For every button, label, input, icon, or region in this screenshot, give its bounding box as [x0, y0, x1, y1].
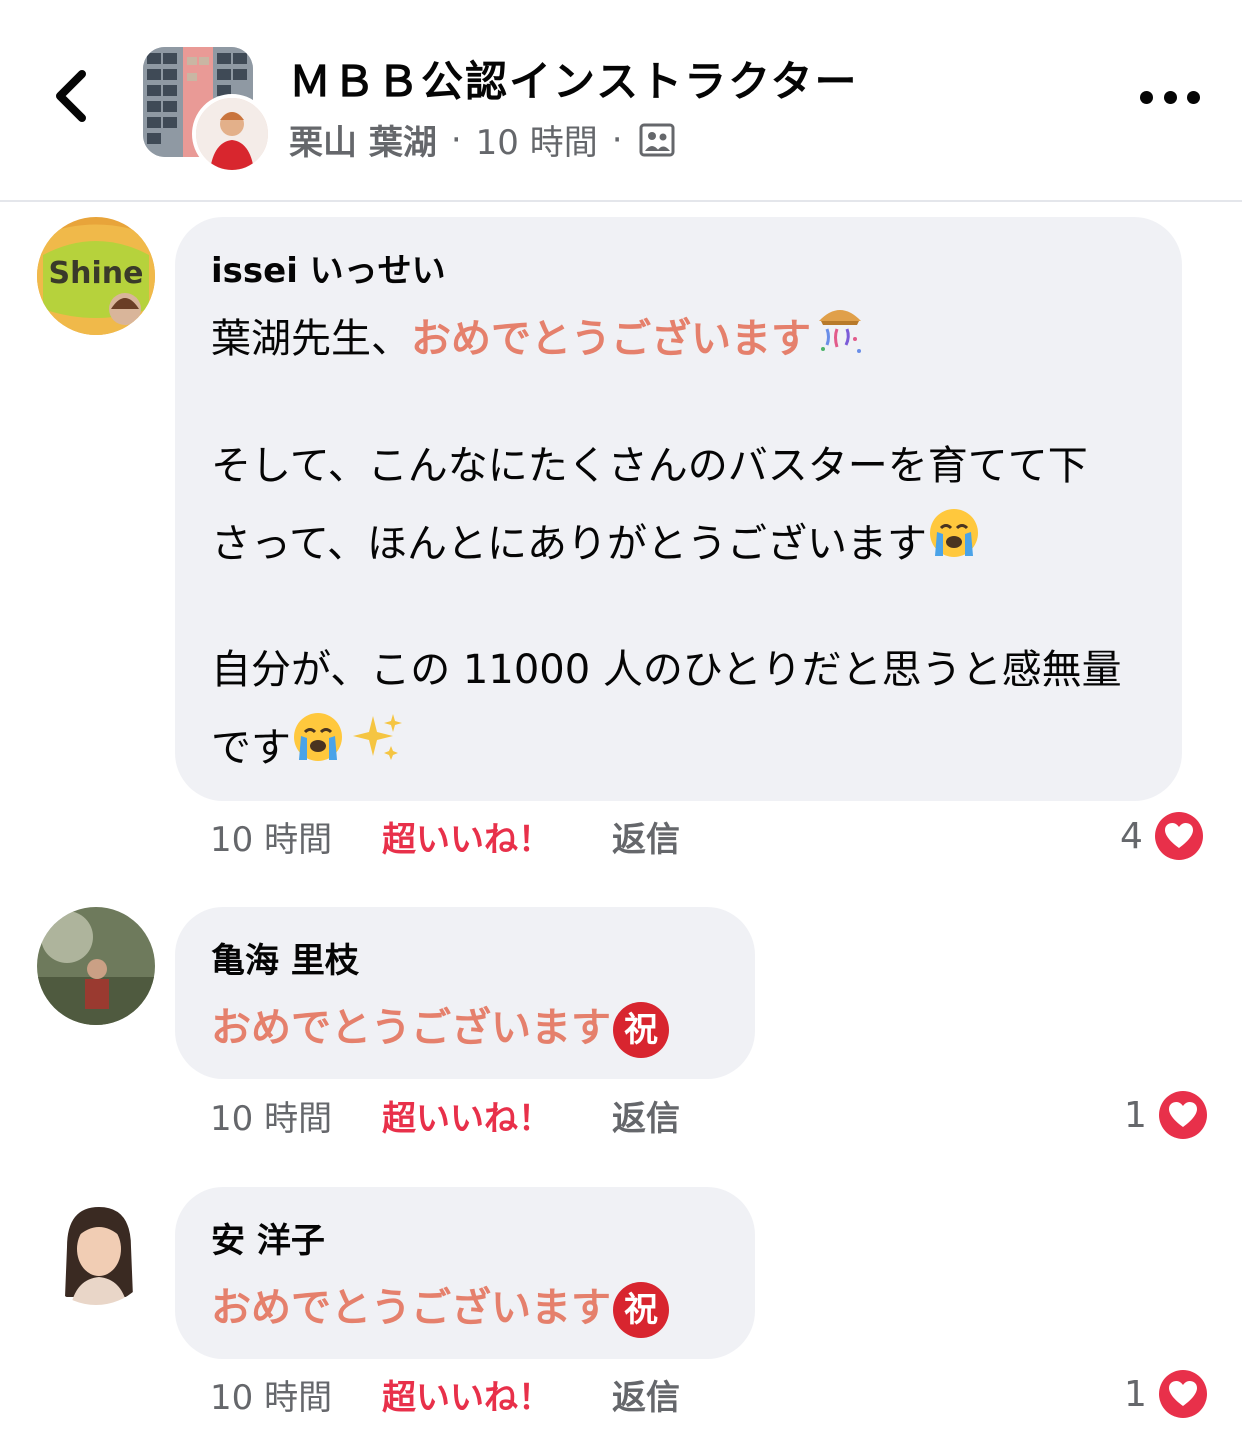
congratulations-icon: 祝	[613, 1282, 669, 1338]
post-time[interactable]: 10 時間	[476, 115, 598, 164]
react-button[interactable]: 超いいね！	[382, 1370, 612, 1419]
shine-avatar-image: Shine	[37, 217, 155, 335]
forest-avatar-image	[37, 907, 155, 1025]
author-name[interactable]: 栗山 葉湖	[289, 115, 437, 164]
crying-face-icon	[927, 506, 981, 586]
comment-time[interactable]: 10 時間	[210, 1370, 382, 1419]
comment-text: 自分が、この 11000 人のひとりだと思うと感無量	[211, 647, 1122, 693]
portrait-avatar-image	[37, 1187, 155, 1305]
chevron-left-icon	[56, 70, 86, 122]
commenter-name[interactable]: issei いっせい	[211, 243, 446, 292]
more-dot-icon	[1163, 90, 1177, 104]
comment-line: おめでとうございます祝	[211, 1269, 669, 1347]
love-reaction-icon	[1158, 1091, 1207, 1139]
love-reaction-icon	[1158, 1370, 1207, 1418]
comment-text: です	[211, 725, 291, 771]
comment-text: さって、ほんとにありがとうございます	[211, 521, 927, 567]
comment-text: そして、こんなにたくさんのバスターを育てて下	[211, 443, 1088, 489]
comment-line: です	[211, 709, 405, 790]
more-dot-icon	[1140, 90, 1153, 104]
comment-bubble[interactable]: issei いっせい 葉湖先生、おめでとうございます そして、こんなにたくさんの…	[175, 217, 1182, 801]
separator-dot: ·	[450, 119, 462, 160]
group-name[interactable]: ＭＢＢ公認インストラクター	[289, 48, 858, 109]
highlighted-text: おめでとうございます	[411, 316, 811, 362]
love-reaction-icon	[1154, 812, 1203, 860]
more-options-button[interactable]	[1140, 80, 1200, 114]
reaction-summary[interactable]: 1	[1124, 1370, 1207, 1418]
group-privacy-icon	[639, 123, 675, 157]
sparkles-icon	[351, 710, 405, 790]
comment-line: 葉湖先生、おめでとうございます	[211, 299, 869, 383]
comment-bubble[interactable]: 亀海 里枝 おめでとうございます祝	[175, 907, 755, 1079]
reaction-count: 4	[1120, 815, 1143, 857]
reply-button[interactable]: 返信	[612, 1091, 680, 1140]
comment-actions: 10 時間 超いいね！ 返信	[210, 1370, 680, 1419]
commenter-name[interactable]: 安 洋子	[211, 1213, 325, 1262]
comment-text: 葉湖先生、	[211, 316, 411, 362]
reaction-count: 1	[1124, 1094, 1147, 1136]
react-button[interactable]: 超いいね！	[382, 812, 612, 861]
separator-dot: ·	[611, 119, 623, 160]
react-button[interactable]: 超いいね！	[382, 1091, 612, 1140]
highlighted-text: おめでとうございます	[211, 1285, 611, 1331]
crying-face-icon	[291, 710, 345, 790]
confetti-ball-icon	[811, 299, 869, 383]
reply-button[interactable]: 返信	[612, 1370, 680, 1419]
comment-actions: 10 時間 超いいね！ 返信	[210, 812, 680, 861]
congratulations-icon: 祝	[613, 1002, 669, 1058]
commenter-avatar[interactable]: Shine	[37, 217, 155, 335]
comment-line: おめでとうございます祝	[211, 989, 669, 1067]
avatar-text: Shine	[49, 256, 144, 291]
comment-time[interactable]: 10 時間	[210, 812, 382, 861]
reaction-count: 1	[1124, 1373, 1147, 1415]
comment-line: さって、ほんとにありがとうございます	[211, 505, 981, 586]
reply-button[interactable]: 返信	[612, 812, 680, 861]
author-avatar[interactable]	[192, 94, 272, 174]
commenter-avatar[interactable]	[37, 907, 155, 1025]
author-photo	[196, 98, 268, 170]
more-dot-icon	[1187, 90, 1200, 104]
comment-actions: 10 時間 超いいね！ 返信	[210, 1091, 680, 1140]
comment-bubble[interactable]: 安 洋子 おめでとうございます祝	[175, 1187, 755, 1359]
commenter-avatar[interactable]	[37, 1187, 155, 1305]
highlighted-text: おめでとうございます	[211, 1005, 611, 1051]
reaction-summary[interactable]: 4	[1120, 812, 1203, 860]
reaction-summary[interactable]: 1	[1124, 1091, 1207, 1139]
post-header: ＭＢＢ公認インストラクター 栗山 葉湖 · 10 時間 ·	[0, 0, 1242, 202]
comment-time[interactable]: 10 時間	[210, 1091, 382, 1140]
back-button[interactable]	[48, 66, 104, 126]
commenter-name[interactable]: 亀海 里枝	[211, 933, 359, 982]
post-meta: 栗山 葉湖 · 10 時間 ·	[289, 115, 675, 164]
